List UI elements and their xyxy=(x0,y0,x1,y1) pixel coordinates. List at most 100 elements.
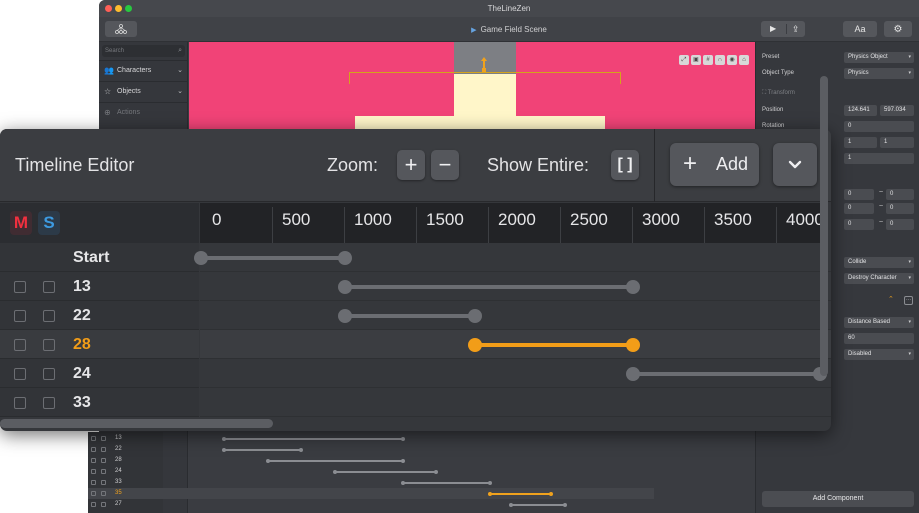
mini-checkbox[interactable] xyxy=(101,458,106,463)
zoom-out-button[interactable]: − xyxy=(431,150,459,180)
mute-checkbox[interactable] xyxy=(14,397,26,409)
mini-checkbox[interactable] xyxy=(101,480,106,485)
mute-checkbox[interactable] xyxy=(14,281,26,293)
mute-checkbox[interactable] xyxy=(14,310,26,322)
mini-track-segment[interactable] xyxy=(265,459,405,463)
range-max-field[interactable]: 0 xyxy=(886,203,914,214)
extra-field[interactable]: 1 xyxy=(844,153,914,164)
mini-timeline-row[interactable]: 28 xyxy=(88,455,654,466)
mini-timeline-row[interactable]: 22 xyxy=(88,444,654,455)
menu-dropdown-button[interactable] xyxy=(773,143,817,186)
font-button[interactable]: Aa xyxy=(843,21,877,37)
segment-end-handle[interactable] xyxy=(338,251,352,265)
track-segment[interactable] xyxy=(194,251,352,265)
range-max-field[interactable]: 0 xyxy=(886,219,914,230)
grid-icon[interactable]: # xyxy=(703,55,713,65)
timeline-ruler[interactable]: 0 500 1000 1500 2000 2500 3000 3500 4000 xyxy=(200,203,820,243)
mini-track-segment[interactable] xyxy=(508,503,567,507)
position-x-field[interactable]: 124.641 xyxy=(844,105,877,116)
mute-all-button[interactable]: M xyxy=(10,211,32,235)
play-button[interactable]: ▶ ⇪ xyxy=(761,21,805,37)
range-min-field[interactable]: 0 xyxy=(844,189,874,200)
number-field[interactable]: 60 xyxy=(844,333,914,344)
settings-button[interactable]: ⚙ xyxy=(884,21,912,37)
track-segment[interactable] xyxy=(626,367,828,381)
add-button[interactable]: + Add xyxy=(670,143,759,186)
range-max-field[interactable]: 0 xyxy=(886,189,914,200)
up-arrow-icon[interactable] xyxy=(481,57,487,72)
solo-checkbox[interactable] xyxy=(43,397,55,409)
solo-all-button[interactable]: S xyxy=(38,211,60,235)
timeline-row[interactable]: 28 xyxy=(0,330,831,359)
mini-track-segment[interactable] xyxy=(488,492,553,496)
solo-checkbox[interactable] xyxy=(43,339,55,351)
zoom-in-button[interactable]: + xyxy=(397,150,425,180)
close-window-button[interactable] xyxy=(105,5,112,12)
segment-end-handle[interactable] xyxy=(626,280,640,294)
mini-timeline-row[interactable]: 13 xyxy=(88,433,654,444)
solo-checkbox[interactable] xyxy=(43,368,55,380)
segment-start-handle[interactable] xyxy=(338,280,352,294)
timeline-row[interactable]: Start xyxy=(0,243,831,272)
mini-track-segment[interactable] xyxy=(332,470,439,474)
mini-checkbox[interactable] xyxy=(91,502,96,507)
mini-checkbox[interactable] xyxy=(91,458,96,463)
sidebar-item-actions[interactable]: ⊕ Actions xyxy=(99,102,188,123)
collapse-caret-icon[interactable]: ⌃ xyxy=(888,295,894,303)
timeline-row[interactable]: 13 xyxy=(0,272,831,301)
rotation-field[interactable]: 0 xyxy=(844,121,914,132)
segment-start-handle[interactable] xyxy=(626,367,640,381)
timeline-row[interactable]: 24 xyxy=(0,359,831,388)
segment-end-handle[interactable] xyxy=(625,338,640,352)
solo-checkbox[interactable] xyxy=(43,310,55,322)
zoom-window-button[interactable] xyxy=(125,5,132,12)
segment-start-handle[interactable] xyxy=(467,338,482,352)
range-min-field[interactable]: 0 xyxy=(844,203,874,214)
mini-track-segment[interactable] xyxy=(221,448,303,452)
segment-start-handle[interactable] xyxy=(338,309,352,323)
mini-checkbox[interactable] xyxy=(91,469,96,474)
mini-timeline-row[interactable]: 27 xyxy=(88,499,654,510)
lock-icon[interactable]: ▣ xyxy=(691,55,701,65)
timeline-row[interactable]: 22 xyxy=(0,301,831,330)
scale-b-field[interactable]: 1 xyxy=(880,137,914,148)
mini-checkbox[interactable] xyxy=(101,491,106,496)
mini-timeline-row[interactable]: 33 xyxy=(88,477,654,488)
horizontal-scrollbar[interactable] xyxy=(0,419,273,428)
eye-icon[interactable]: ◉ xyxy=(727,55,737,65)
mini-track-segment[interactable] xyxy=(400,481,492,485)
preset-select[interactable]: Physics Object ▾ xyxy=(844,52,914,63)
mini-track-segment[interactable] xyxy=(221,437,405,441)
mini-timeline-row[interactable]: 35 xyxy=(88,488,654,499)
segment-start-handle[interactable] xyxy=(194,251,208,265)
position-y-field[interactable]: 597.034 xyxy=(880,105,914,116)
mini-timeline-row[interactable]: 24 xyxy=(88,466,654,477)
mini-checkbox[interactable] xyxy=(91,480,96,485)
minimize-window-button[interactable] xyxy=(115,5,122,12)
bank-icon[interactable]: ⌂ xyxy=(739,55,749,65)
destroy-select[interactable]: Destroy Character ▾ xyxy=(844,273,914,284)
distance-select[interactable]: Distance Based ▾ xyxy=(844,317,914,328)
track-segment[interactable] xyxy=(467,338,640,352)
mute-checkbox[interactable] xyxy=(14,368,26,380)
segment-end-handle[interactable] xyxy=(467,309,482,323)
scene-canvas[interactable]: ⤢ ▣ # ∩ ◉ ⌂ xyxy=(189,42,755,132)
mini-checkbox[interactable] xyxy=(91,447,96,452)
mini-checkbox[interactable] xyxy=(101,502,106,507)
search-input[interactable]: Search ⌕ xyxy=(102,45,185,57)
timeline-row[interactable]: 33 xyxy=(0,388,831,417)
sidebar-item-objects[interactable]: ☆ Objects ⌄ xyxy=(99,81,188,102)
scale-a-field[interactable]: 1 xyxy=(844,137,877,148)
magnet-icon[interactable]: ∩ xyxy=(715,55,725,65)
add-component-button[interactable]: Add Component xyxy=(762,491,914,507)
mini-checkbox[interactable] xyxy=(101,436,106,441)
mini-checkbox[interactable] xyxy=(101,469,106,474)
mini-checkbox[interactable] xyxy=(101,447,106,452)
vertical-scrollbar[interactable] xyxy=(820,76,828,376)
track-segment[interactable] xyxy=(338,309,482,323)
range-min-field[interactable]: 0 xyxy=(844,219,874,230)
show-entire-button[interactable]: [ ] xyxy=(611,150,639,180)
track-segment[interactable] xyxy=(338,280,640,294)
more-options-icon[interactable]: ··· xyxy=(904,296,913,305)
fit-icon[interactable]: ⤢ xyxy=(679,55,689,65)
